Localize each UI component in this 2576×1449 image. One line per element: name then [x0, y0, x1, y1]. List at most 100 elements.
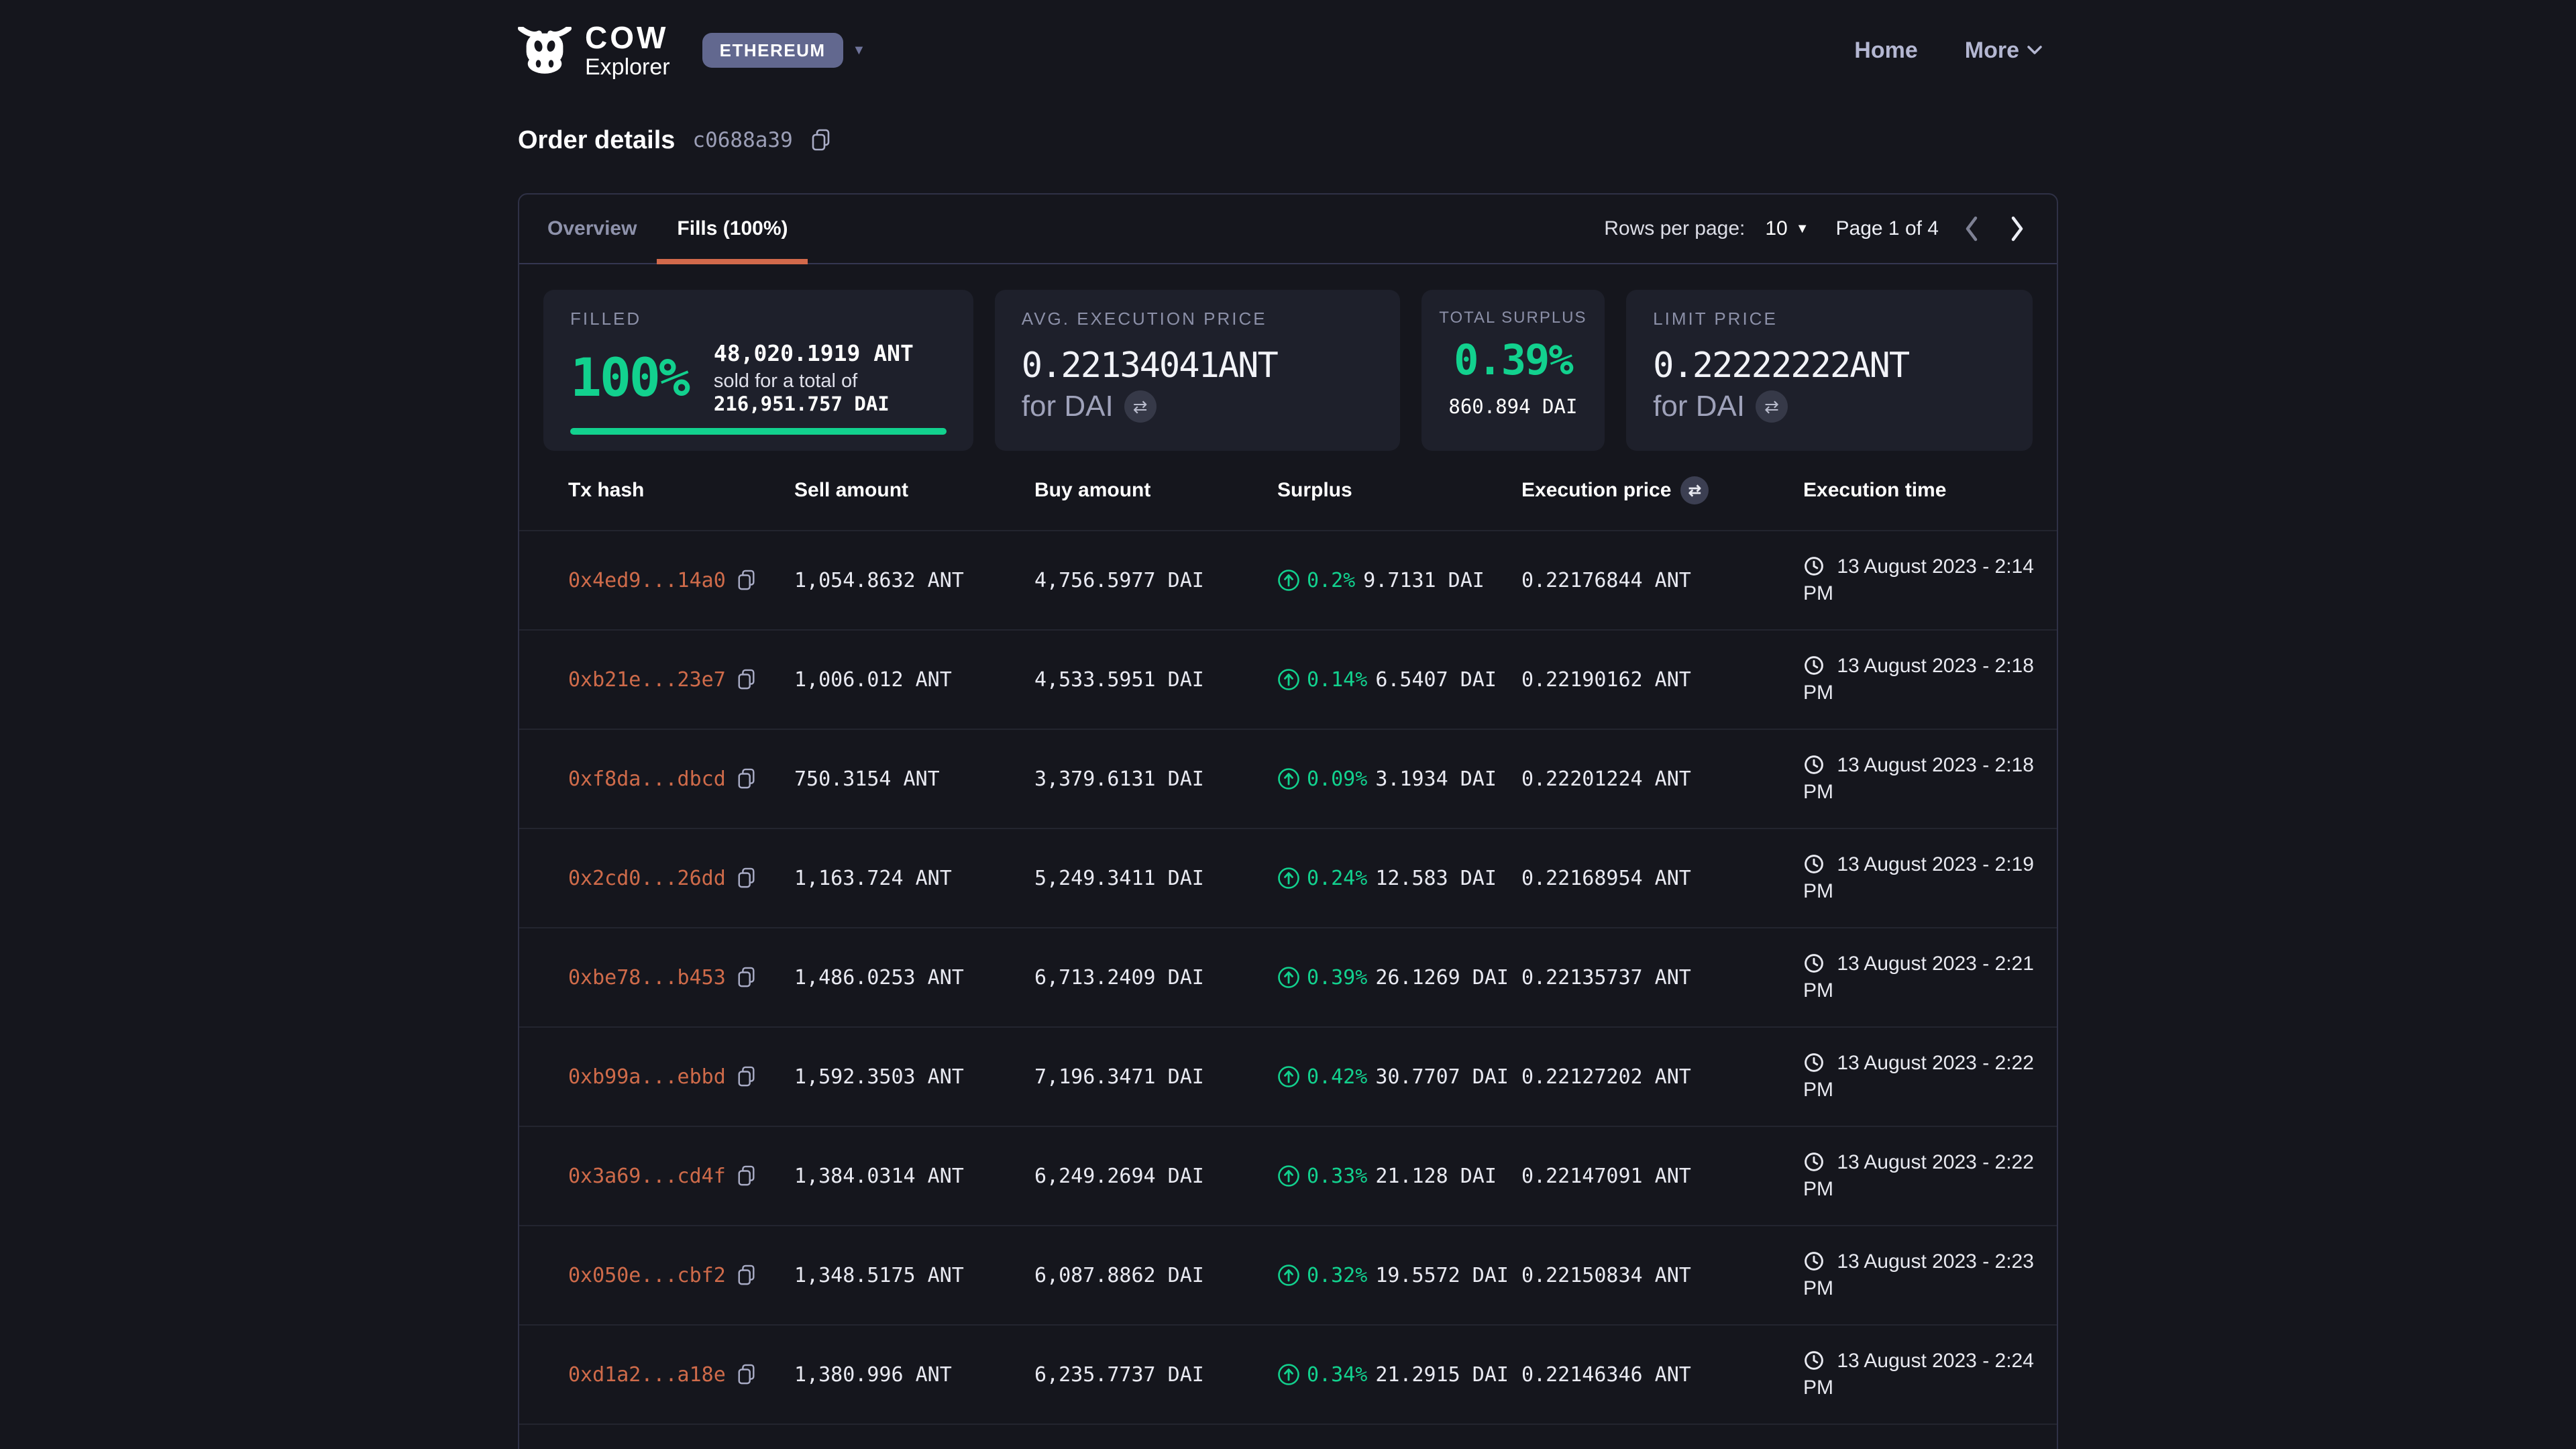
tx-hash-link[interactable]: 0x3a69...cd4f [568, 1165, 726, 1188]
execution-price: 0.22176844 ANT [1521, 569, 1803, 592]
copy-icon [737, 1165, 757, 1187]
tx-hash-link[interactable]: 0x4ed9...14a0 [568, 569, 726, 592]
arrow-up-circle-icon [1277, 668, 1300, 691]
chevron-down-icon[interactable]: ▼ [853, 43, 866, 58]
execution-time: 13 August 2023 - 2:22 PM [1803, 1149, 2035, 1203]
copy-icon [737, 668, 757, 691]
arrow-up-circle-icon [1277, 767, 1300, 790]
execution-price: 0.22168954 ANT [1521, 867, 1803, 890]
copy-icon [810, 128, 832, 152]
clock-icon [1803, 1350, 1825, 1371]
surplus: 0.42% 30.7707 DAI [1277, 1065, 1521, 1089]
avg-price-label: AVG. EXECUTION PRICE [1022, 309, 1373, 329]
panel-top: Overview Fills (100%) Rows per page: 10 … [519, 195, 2057, 264]
table-header: Tx hash Sell amount Buy amount Surplus E… [519, 451, 2057, 531]
execution-price: 0.22201224 ANT [1521, 767, 1803, 791]
copy-tx-hash-button[interactable] [737, 1165, 757, 1187]
tab-overview[interactable]: Overview [527, 195, 657, 263]
copy-icon [737, 966, 757, 989]
tx-hash-link[interactable]: 0xb21e...23e7 [568, 668, 726, 692]
copy-tx-hash-button[interactable] [737, 767, 757, 790]
copy-tx-hash-button[interactable] [737, 668, 757, 691]
col-surplus: Surplus [1277, 479, 1521, 502]
execution-price: 0.22135737 ANT [1521, 966, 1803, 989]
copy-icon [737, 569, 757, 592]
execution-price: 0.22127202 ANT [1521, 1065, 1803, 1089]
cow-explorer-logo[interactable]: COW Explorer [518, 22, 670, 78]
tx-hash-link[interactable]: 0x050e...cbf2 [568, 1264, 726, 1287]
swap-icon[interactable]: ⇄ [1680, 476, 1709, 504]
copy-icon [737, 1363, 757, 1386]
avg-price-value: 0.22134041ANT [1022, 345, 1373, 386]
surplus-amount: 9.7131 DAI [1363, 569, 1485, 592]
tx-hash-link[interactable]: 0xbe78...b453 [568, 966, 726, 989]
clock-icon [1803, 754, 1825, 775]
surplus: 0.24%12.583 DAI [1277, 867, 1521, 890]
total-surplus-percent: 0.39% [1454, 335, 1572, 384]
copy-tx-hash-button[interactable] [737, 569, 757, 592]
sell-amount: 1,054.8632 ANT [794, 569, 1034, 592]
next-page-button[interactable] [2004, 215, 2030, 243]
swap-icon[interactable]: ⇄ [1756, 390, 1788, 423]
sell-amount: 1,486.0253 ANT [794, 966, 1034, 989]
tab-fills[interactable]: Fills (100%) [657, 195, 808, 263]
copy-icon [737, 1065, 757, 1088]
surplus-amount: 21.2915 DAI [1375, 1363, 1509, 1387]
surplus-amount: 30.7707 DAI [1375, 1065, 1509, 1089]
fills-panel: Overview Fills (100%) Rows per page: 10 … [518, 193, 2058, 1449]
swap-icon[interactable]: ⇄ [1124, 390, 1157, 423]
page-indicator: Page 1 of 4 [1836, 217, 1939, 240]
nav-home[interactable]: Home [1854, 38, 1917, 64]
copy-tx-hash-button[interactable] [737, 966, 757, 989]
copy-tx-hash-button[interactable] [737, 1363, 757, 1386]
page-title: Order details [518, 126, 675, 155]
rows-per-page-select[interactable]: 10 ▼ [1765, 217, 1809, 240]
col-sell-amount: Sell amount [794, 479, 1034, 502]
prev-page-button[interactable] [1959, 215, 1984, 243]
tx-hash-link[interactable]: 0x2cd0...26dd [568, 867, 726, 890]
rows-per-page-label: Rows per page: [1604, 217, 1745, 240]
buy-amount: 3,379.6131 DAI [1034, 767, 1277, 791]
main-nav: Home More [1854, 38, 2058, 64]
network-selector[interactable]: ETHEREUM ▼ [702, 33, 866, 68]
arrow-up-circle-icon [1277, 1065, 1300, 1088]
avg-execution-price-card: AVG. EXECUTION PRICE 0.22134041ANT for D… [995, 290, 1400, 451]
nav-home-label: Home [1854, 38, 1917, 64]
arrow-up-circle-icon [1277, 1264, 1300, 1287]
copy-tx-hash-button[interactable] [737, 867, 757, 890]
surplus: 0.32%19.5572 DAI [1277, 1264, 1521, 1287]
surplus-percent: 0.2% [1307, 569, 1355, 592]
surplus-percent: 0.09% [1307, 767, 1367, 791]
copy-order-id-button[interactable] [810, 128, 832, 152]
surplus-amount: 12.583 DAI [1375, 867, 1497, 890]
network-badge[interactable]: ETHEREUM [702, 33, 843, 68]
brand-wordmark: COW Explorer [585, 22, 670, 78]
clock-icon [1803, 655, 1825, 676]
surplus-percent: 0.33% [1307, 1165, 1367, 1188]
tx-hash-link[interactable]: 0xb99a...ebbd [568, 1065, 726, 1089]
surplus: 0.39%26.1269 DAI [1277, 966, 1521, 989]
tx-hash-link[interactable]: 0xf8da...dbcd [568, 767, 726, 791]
copy-tx-hash-button[interactable] [737, 1065, 757, 1088]
copy-tx-hash-button[interactable] [737, 1264, 757, 1287]
buy-amount: 7,196.3471 DAI [1034, 1065, 1277, 1089]
surplus-percent: 0.42% [1307, 1065, 1367, 1089]
chevron-right-icon [2008, 215, 2026, 243]
sell-amount: 1,348.5175 ANT [794, 1264, 1034, 1287]
nav-more[interactable]: More [1965, 38, 2042, 64]
table-row: 0xf8da...dbcd 750.3154 ANT 3,379.6131 DA… [519, 730, 2057, 829]
tx-hash-link[interactable]: 0xd1a2...a18e [568, 1363, 726, 1387]
filled-card: FILLED 100% 48,020.1919 ANT sold for a t… [543, 290, 973, 451]
clock-icon [1803, 953, 1825, 974]
execution-price: 0.22147091 ANT [1521, 1165, 1803, 1188]
table-row: 0xbe78...b453 1,486.0253 ANT 6,713.2409 … [519, 928, 2057, 1028]
surplus-amount: 21.128 DAI [1375, 1165, 1497, 1188]
buy-amount: 6,087.8862 DAI [1034, 1264, 1277, 1287]
brand-line1: COW [585, 22, 670, 53]
clock-icon [1803, 1052, 1825, 1073]
order-id: c0688a39 [692, 128, 792, 152]
col-execution-time: Execution time [1803, 479, 2035, 502]
table-row: 0xb99a...ebbd 1,592.3503 ANT 7,196.3471 … [519, 1028, 2057, 1127]
surplus-percent: 0.39% [1307, 966, 1367, 989]
copy-icon [737, 867, 757, 890]
